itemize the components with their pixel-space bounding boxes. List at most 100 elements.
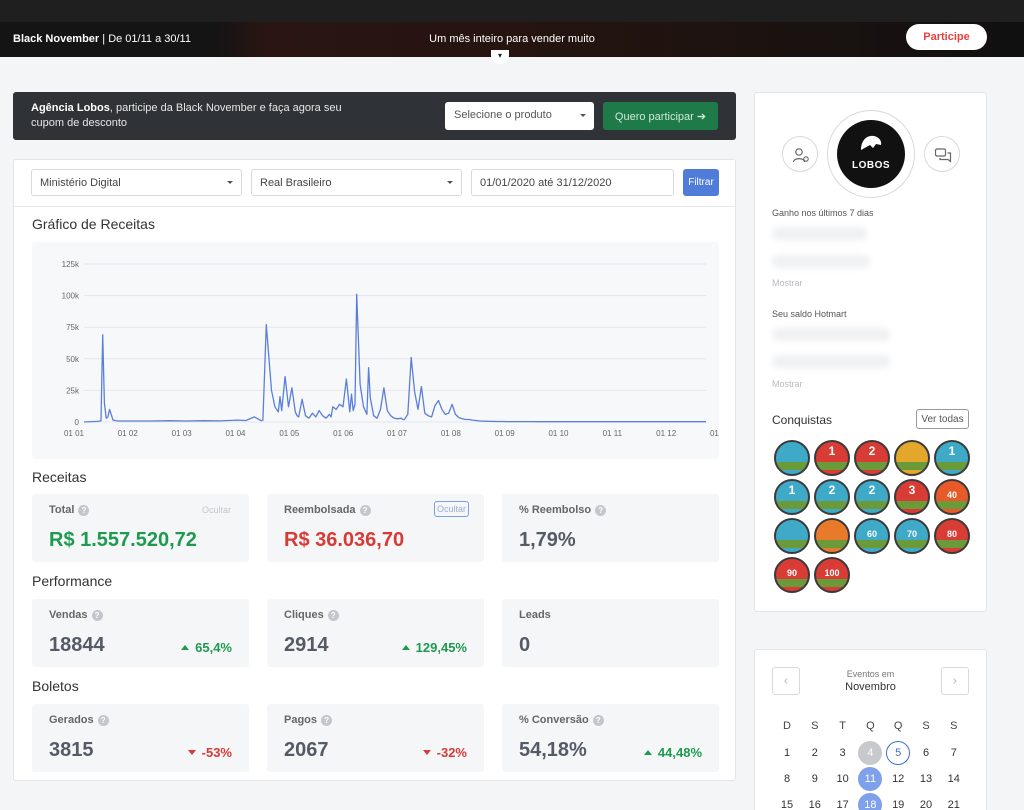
help-icon[interactable]: ? (595, 505, 607, 516)
help-icon[interactable]: ? (78, 505, 90, 516)
calendar-day[interactable]: 13 (914, 767, 938, 791)
x-tick-label: 01 02 (118, 429, 139, 438)
x-tick-label: 01 06 (333, 429, 354, 438)
calendar-day[interactable]: 9 (803, 767, 827, 791)
achievement-badge[interactable]: 1 (814, 440, 850, 476)
calendar-day[interactable]: 2 (803, 741, 827, 765)
stat-value: 0 (519, 634, 531, 656)
help-icon[interactable]: ? (97, 715, 109, 726)
calendar-day[interactable]: 19 (886, 793, 910, 810)
calendar-day[interactable]: 20 (914, 793, 938, 810)
y-tick-label: 50k (66, 355, 80, 364)
achievement-badge[interactable]: 2 (854, 479, 890, 515)
stat-reembolso: % Reembolso? 1,79% (502, 494, 719, 562)
x-tick-label: 01 11 (603, 429, 623, 438)
achievement-badge[interactable]: 2 (854, 440, 890, 476)
badge-band (896, 501, 928, 509)
filter-button[interactable]: Filtrar (683, 169, 719, 196)
x-tick-label: 01 01 (64, 429, 85, 438)
quero-participar-button[interactable]: Quero participar ➔ (603, 102, 718, 130)
badge-band (896, 462, 928, 470)
chevron-down-icon[interactable]: ▾ (491, 50, 509, 64)
user-gear-icon (792, 148, 809, 163)
stat-label: Gerados? (49, 714, 109, 726)
achievement-badge[interactable]: 1 (934, 440, 970, 476)
badge-text: 60 (866, 529, 877, 539)
achievement-badge[interactable]: 1 (774, 479, 810, 515)
arrow-up-icon (643, 750, 652, 755)
weekday-header: T (839, 720, 846, 732)
avatar-brand: LOBOS (851, 160, 891, 171)
banner-tagline: Um mês inteiro para vender muito (429, 33, 595, 45)
next-month-button[interactable]: › (941, 667, 969, 695)
achievement-badge[interactable]: 2 (814, 479, 850, 515)
chart-title: Gráfico de Receitas (32, 216, 155, 232)
calendar-day[interactable]: 16 (803, 793, 827, 810)
stat-value: 1,79% (519, 529, 576, 551)
show-balance-link[interactable]: Mostrar (772, 379, 803, 389)
calendar-day[interactable]: 11 (858, 767, 883, 791)
calendar-day[interactable]: 5 (886, 741, 911, 765)
calendar-day[interactable]: 15 (775, 793, 799, 810)
help-icon[interactable]: ? (592, 715, 604, 726)
stat-value: R$ 36.036,70 (284, 529, 405, 551)
calendar-day[interactable]: 8 (775, 767, 799, 791)
black-november-banner: Black November | De 01/11 a 30/11 Um mês… (0, 22, 1024, 64)
calendar-day[interactable]: 18 (858, 793, 883, 810)
achievement-badge[interactable]: 40 (934, 479, 970, 515)
user-settings-button[interactable] (782, 136, 818, 172)
badge-band (776, 579, 808, 587)
badge-band (896, 540, 928, 548)
show-earned-link[interactable]: Mostrar (772, 278, 803, 288)
hide-toggle[interactable]: Ocultar (433, 501, 469, 517)
x-tick-label: 01 12 (656, 429, 677, 438)
blurred-value (772, 227, 867, 240)
help-icon[interactable]: ? (321, 715, 333, 726)
achievement-badge[interactable] (894, 440, 930, 476)
achievement-badge[interactable] (774, 440, 810, 476)
calendar-day[interactable]: 3 (831, 741, 855, 765)
badge-band (816, 579, 848, 587)
calendar-day[interactable]: 14 (942, 767, 966, 791)
product-select[interactable]: Selecione o produto (445, 102, 594, 130)
stat-change: -32% (422, 745, 467, 760)
calendar-day[interactable]: 1 (775, 741, 799, 765)
x-tick-label: 01 07 (387, 429, 408, 438)
calendar-day[interactable]: 6 (914, 741, 938, 765)
stat-cliques: Cliques? 2914 129,45% (267, 599, 484, 667)
stat-label: Reembolsada? (284, 504, 371, 516)
calendar-day[interactable]: 12 (886, 767, 910, 791)
participe-button[interactable]: Participe (906, 24, 987, 50)
help-icon[interactable]: ? (327, 610, 339, 621)
calendar-day[interactable]: 10 (831, 767, 855, 791)
arrow-up-icon (181, 645, 190, 650)
achievement-badge[interactable]: 100 (814, 557, 850, 593)
revenue-chart-svg: 0 25k 50k 75k 100k 125k 01 01 01 02 01 03 01 04 01… (62, 260, 719, 438)
calendar-day[interactable]: 4 (858, 741, 883, 765)
wolf-logo-icon (861, 135, 882, 150)
see-all-button[interactable]: Ver todas (916, 409, 969, 429)
achievement-badge[interactable]: 80 (934, 518, 970, 554)
help-icon[interactable]: ? (359, 505, 371, 516)
achievement-badge[interactable]: 60 (854, 518, 890, 554)
achievement-badge[interactable] (774, 518, 810, 554)
achievement-badge[interactable]: 90 (774, 557, 810, 593)
help-icon[interactable]: ? (91, 610, 103, 621)
weekday-header: Q (893, 720, 903, 732)
calendar-day[interactable]: 7 (942, 741, 966, 765)
avatar[interactable]: LOBOS (837, 120, 905, 188)
calendar-day[interactable]: 21 (942, 793, 966, 810)
weekday-header: D (783, 720, 791, 732)
chat-button[interactable] (924, 136, 960, 172)
account-select[interactable]: Ministério Digital (31, 169, 242, 196)
hide-toggle[interactable]: Ocultar (200, 504, 233, 516)
date-range-input[interactable]: 01/01/2020 até 31/12/2020 (471, 169, 674, 196)
badge-text: 1 (828, 444, 836, 458)
badge-text: 100 (824, 568, 840, 578)
achievement-badge[interactable]: 70 (894, 518, 930, 554)
achievement-badge[interactable]: 3 (894, 479, 930, 515)
calendar-day[interactable]: 17 (831, 793, 855, 810)
achievement-badge[interactable] (814, 518, 850, 554)
badge-text: 70 (906, 529, 917, 539)
currency-select[interactable]: Real Brasileiro (251, 169, 462, 196)
